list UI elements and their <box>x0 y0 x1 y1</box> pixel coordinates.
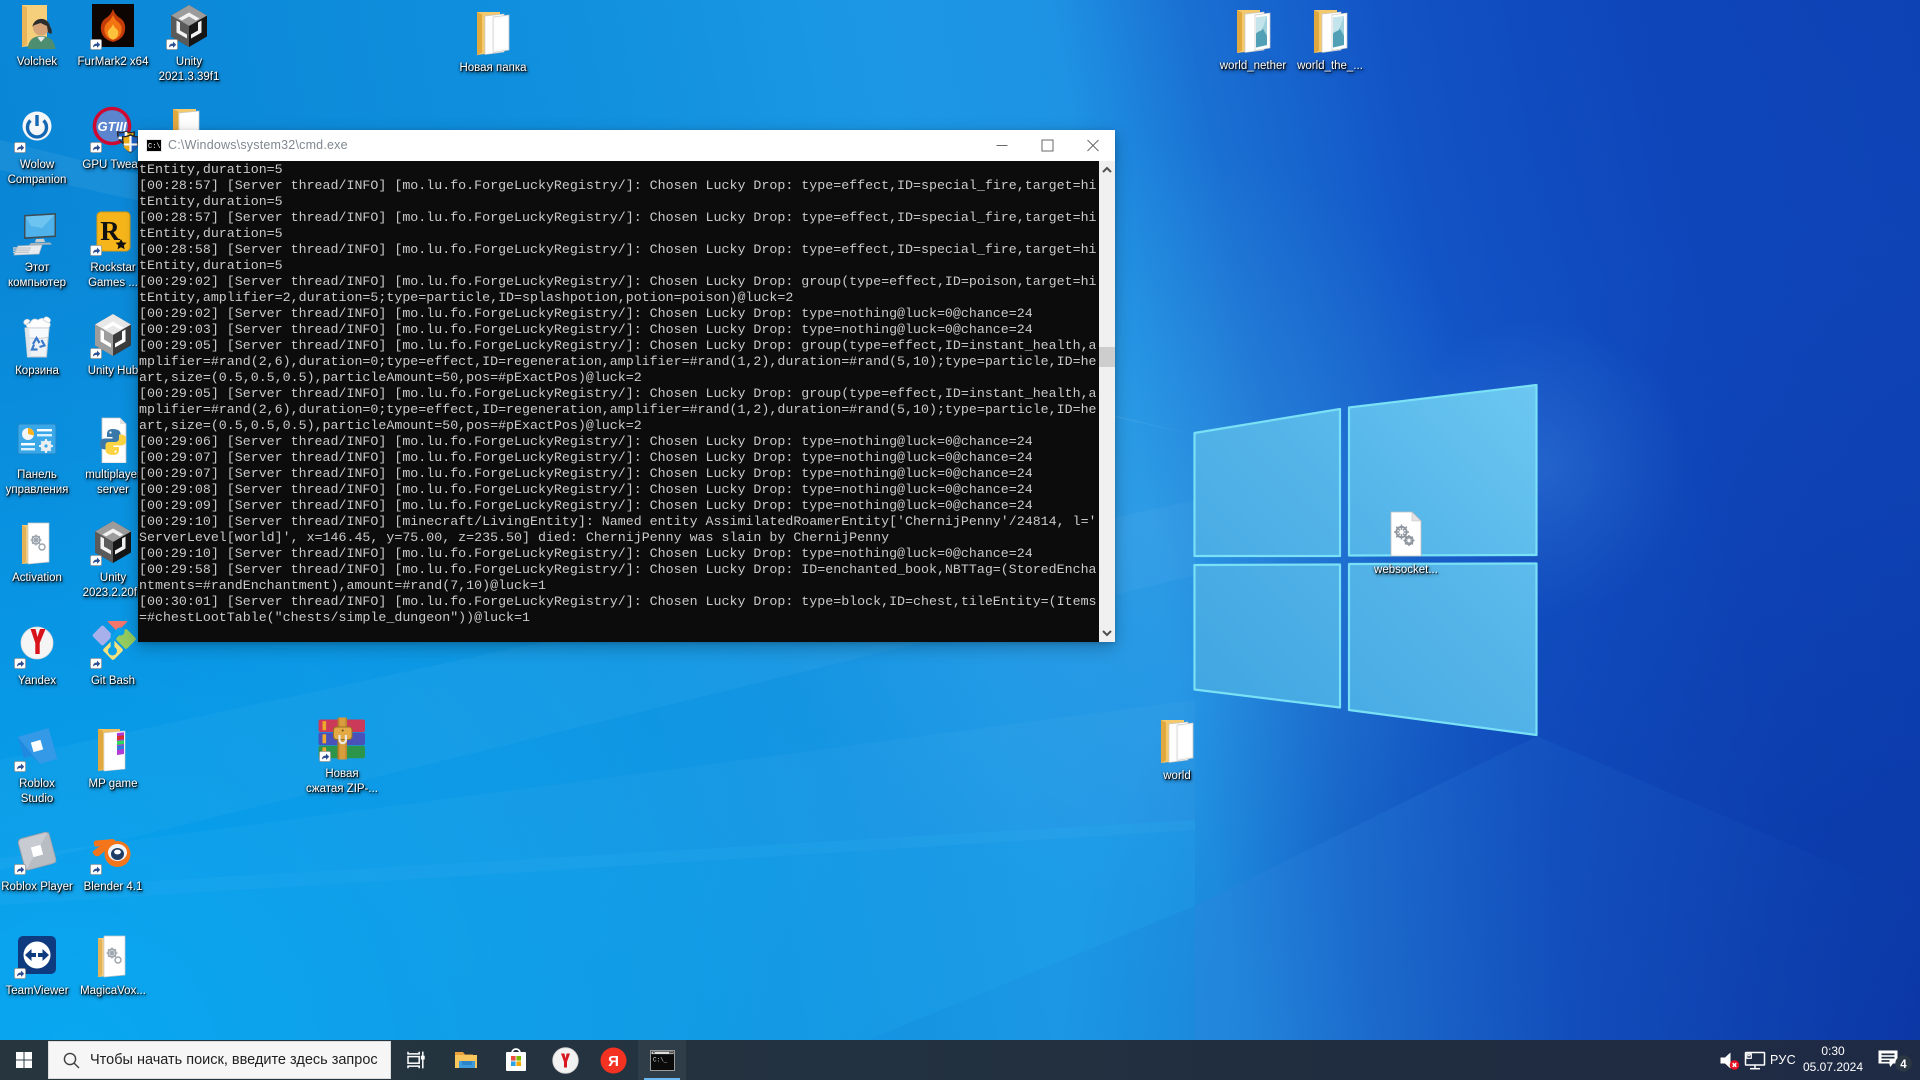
svg-text:GTIII: GTIII <box>98 119 127 134</box>
svg-text:C:\_: C:\_ <box>653 1056 668 1063</box>
svg-text:4: 4 <box>1900 1059 1907 1071</box>
svg-text:R: R <box>100 216 120 246</box>
svg-text:Я: Я <box>608 1053 619 1070</box>
svg-text:C:\: C:\ <box>148 143 161 151</box>
